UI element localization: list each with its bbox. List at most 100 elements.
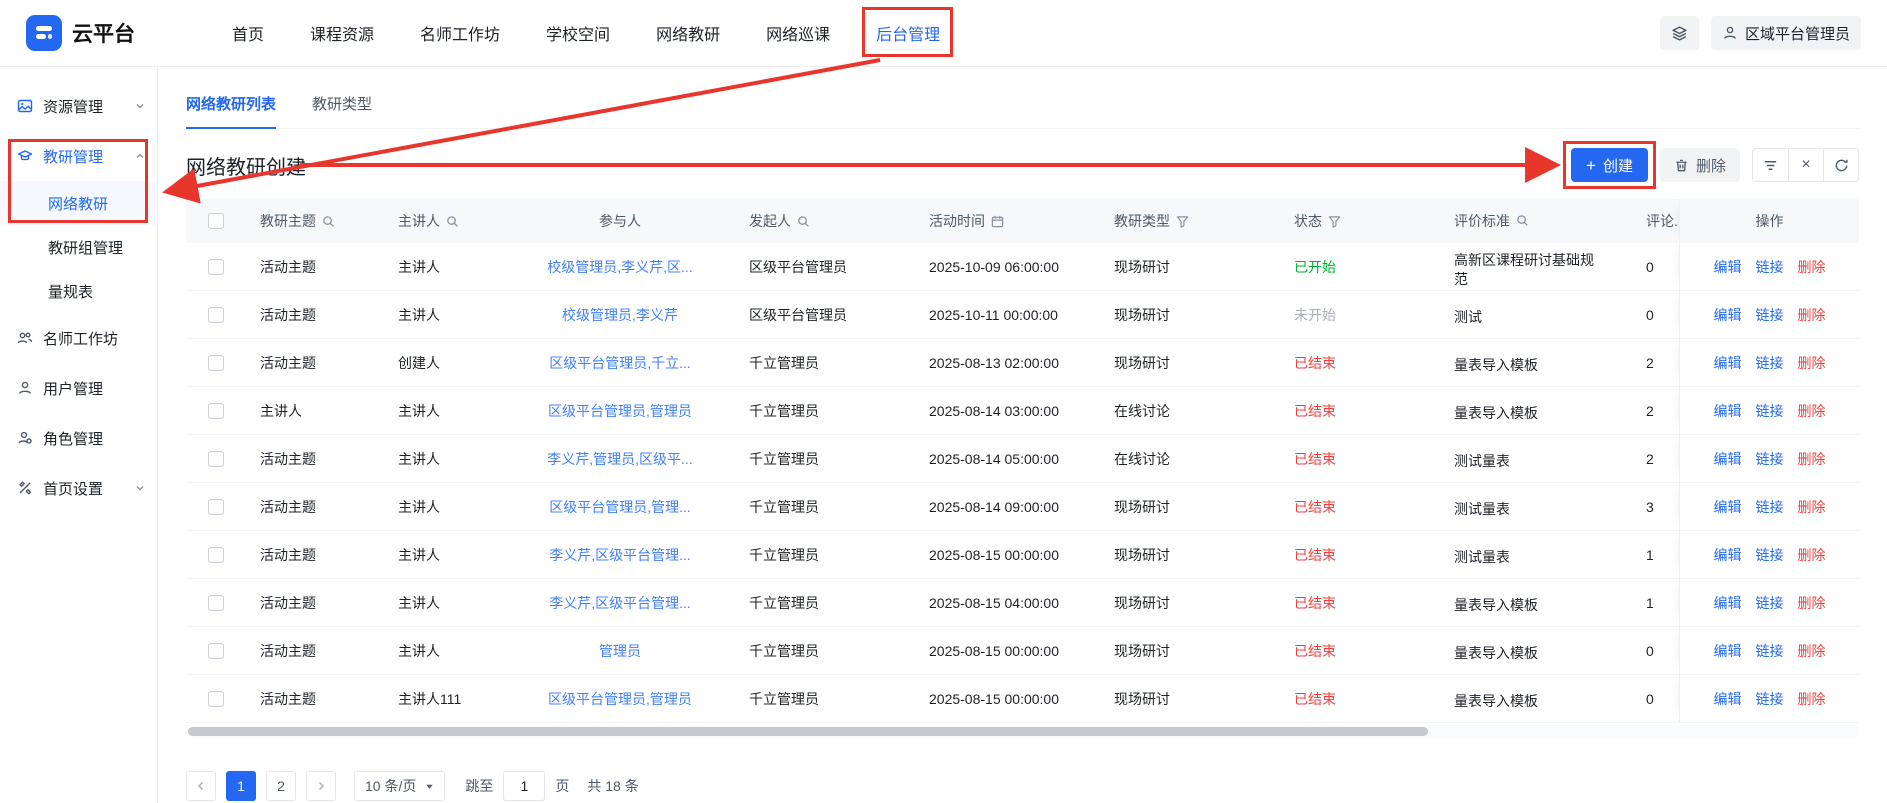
row-checkbox[interactable] [208, 595, 224, 611]
user-menu-button[interactable]: 区域平台管理员 [1711, 16, 1861, 50]
delete-link[interactable]: 删除 [1798, 353, 1826, 373]
row-checkbox[interactable] [208, 259, 224, 275]
link-link[interactable]: 链接 [1756, 449, 1784, 469]
link-link[interactable]: 链接 [1756, 305, 1784, 325]
cell-participants-link[interactable]: 区级平台管理员,千立... [549, 353, 691, 373]
cell-topic: 活动主题 [246, 545, 384, 565]
nav-item-course-resources[interactable]: 课程资源 [310, 21, 374, 45]
chevron-down-icon [135, 483, 145, 493]
cell-research-type: 现场研讨 [1100, 353, 1280, 373]
cell-participants-link[interactable]: 校级管理员,李义芹 [562, 305, 678, 325]
delete-link[interactable]: 删除 [1798, 689, 1826, 709]
create-button[interactable]: + 创建 [1571, 148, 1648, 182]
select-all-checkbox[interactable] [208, 213, 224, 229]
nav-item-teacher-workshop[interactable]: 名师工作坊 [420, 21, 500, 45]
tab-research-type[interactable]: 教研类型 [312, 93, 372, 128]
filter-lines-icon[interactable] [1753, 149, 1788, 181]
filter-icon[interactable] [1176, 215, 1189, 228]
table-row: 活动主题 主讲人 管理员 千立管理员 2025-08-15 00:00:00 现… [186, 627, 1859, 675]
cell-participants-link[interactable]: 管理员 [599, 641, 641, 661]
edit-link[interactable]: 编辑 [1714, 353, 1742, 373]
search-icon[interactable] [1516, 214, 1529, 227]
cell-participants-link[interactable]: 校级管理员,李义芹,区... [547, 257, 692, 277]
sidebar-item-rubric[interactable]: 量规表 [0, 269, 157, 313]
nav-item-network-research[interactable]: 网络教研 [656, 21, 720, 45]
link-link[interactable]: 链接 [1756, 401, 1784, 421]
link-link[interactable]: 链接 [1756, 593, 1784, 613]
page-size-select[interactable]: 10 条/页 [354, 771, 445, 801]
delete-link[interactable]: 删除 [1798, 545, 1826, 565]
delete-link[interactable]: 删除 [1798, 449, 1826, 469]
jump-page-input[interactable] [503, 771, 545, 801]
row-checkbox[interactable] [208, 355, 224, 371]
search-icon[interactable] [446, 215, 459, 228]
edit-link[interactable]: 编辑 [1714, 545, 1742, 565]
edit-link[interactable]: 编辑 [1714, 401, 1742, 421]
nav-item-school-space[interactable]: 学校空间 [546, 21, 610, 45]
link-link[interactable]: 链接 [1756, 497, 1784, 517]
edit-link[interactable]: 编辑 [1714, 689, 1742, 709]
row-checkbox[interactable] [208, 547, 224, 563]
prev-page-button[interactable] [186, 771, 216, 801]
sidebar-item-user-management[interactable]: 用户管理 [0, 363, 157, 413]
search-icon[interactable] [322, 215, 335, 228]
delete-button[interactable]: 删除 [1660, 148, 1740, 182]
delete-link[interactable]: 删除 [1798, 641, 1826, 661]
tab-bar: 网络教研列表 教研类型 [186, 93, 1859, 129]
edit-link[interactable]: 编辑 [1714, 449, 1742, 469]
delete-link[interactable]: 删除 [1798, 593, 1826, 613]
stack-icon-button[interactable] [1660, 16, 1699, 50]
link-link[interactable]: 链接 [1756, 689, 1784, 709]
row-checkbox[interactable] [208, 499, 224, 515]
edit-link[interactable]: 编辑 [1714, 305, 1742, 325]
link-link[interactable]: 链接 [1756, 545, 1784, 565]
link-link[interactable]: 链接 [1756, 641, 1784, 661]
cell-participants-link[interactable]: 区级平台管理员,管理员 [548, 689, 692, 709]
refresh-icon[interactable] [1823, 149, 1858, 181]
sidebar-item-teacher-workshop[interactable]: 名师工作坊 [0, 313, 157, 363]
horizontal-scrollbar[interactable] [186, 726, 1859, 737]
sidebar-item-research-group[interactable]: 教研组管理 [0, 225, 157, 269]
status-badge: 已结束 [1294, 593, 1336, 613]
delete-link[interactable]: 删除 [1798, 401, 1826, 421]
row-checkbox[interactable] [208, 403, 224, 419]
delete-link[interactable]: 删除 [1798, 497, 1826, 517]
edit-link[interactable]: 编辑 [1714, 257, 1742, 277]
edit-link[interactable]: 编辑 [1714, 641, 1742, 661]
row-checkbox[interactable] [208, 643, 224, 659]
tab-research-list[interactable]: 网络教研列表 [186, 93, 276, 129]
nav-item-home[interactable]: 首页 [232, 21, 264, 45]
calendar-icon[interactable] [991, 215, 1004, 228]
sidebar-item-research-management[interactable]: 教研管理 [0, 131, 157, 181]
cell-participants-link[interactable]: 李义芹,区级平台管理... [549, 545, 691, 565]
cell-criteria: 量表导入模板 [1440, 686, 1632, 711]
delete-link[interactable]: 删除 [1798, 305, 1826, 325]
page-button-2[interactable]: 2 [266, 771, 296, 801]
edit-link[interactable]: 编辑 [1714, 497, 1742, 517]
sidebar-item-role-management[interactable]: 角色管理 [0, 413, 157, 463]
filter-icon[interactable] [1328, 215, 1341, 228]
cell-participants-link[interactable]: 李义芹,区级平台管理... [549, 593, 691, 613]
row-checkbox[interactable] [208, 451, 224, 467]
search-icon[interactable] [797, 215, 810, 228]
page-button-1[interactable]: 1 [226, 771, 256, 801]
delete-link[interactable]: 删除 [1798, 257, 1826, 277]
close-icon[interactable]: × [1788, 149, 1823, 181]
row-checkbox[interactable] [208, 307, 224, 323]
row-checkbox[interactable] [208, 691, 224, 707]
sidebar-item-resource-management[interactable]: 资源管理 [0, 81, 157, 131]
cell-participants-link[interactable]: 李义芹,管理员,区级平... [547, 449, 692, 469]
nav-item-network-inspection[interactable]: 网络巡课 [766, 21, 830, 45]
sidebar-item-network-research[interactable]: 网络教研 [0, 181, 157, 225]
edit-link[interactable]: 编辑 [1714, 593, 1742, 613]
nav-item-admin[interactable]: 后台管理 [876, 21, 940, 45]
table-row: 活动主题 主讲人 区级平台管理员,管理... 千立管理员 2025-08-14 … [186, 483, 1859, 531]
scrollbar-thumb[interactable] [188, 727, 1428, 736]
link-link[interactable]: 链接 [1756, 353, 1784, 373]
next-page-button[interactable] [306, 771, 336, 801]
cell-participants-link[interactable]: 区级平台管理员,管理员 [548, 401, 692, 421]
cell-participants-link[interactable]: 区级平台管理员,管理... [549, 497, 691, 517]
cell-topic: 活动主题 [246, 689, 384, 709]
link-link[interactable]: 链接 [1756, 257, 1784, 277]
sidebar-item-homepage-settings[interactable]: 首页设置 [0, 463, 157, 513]
